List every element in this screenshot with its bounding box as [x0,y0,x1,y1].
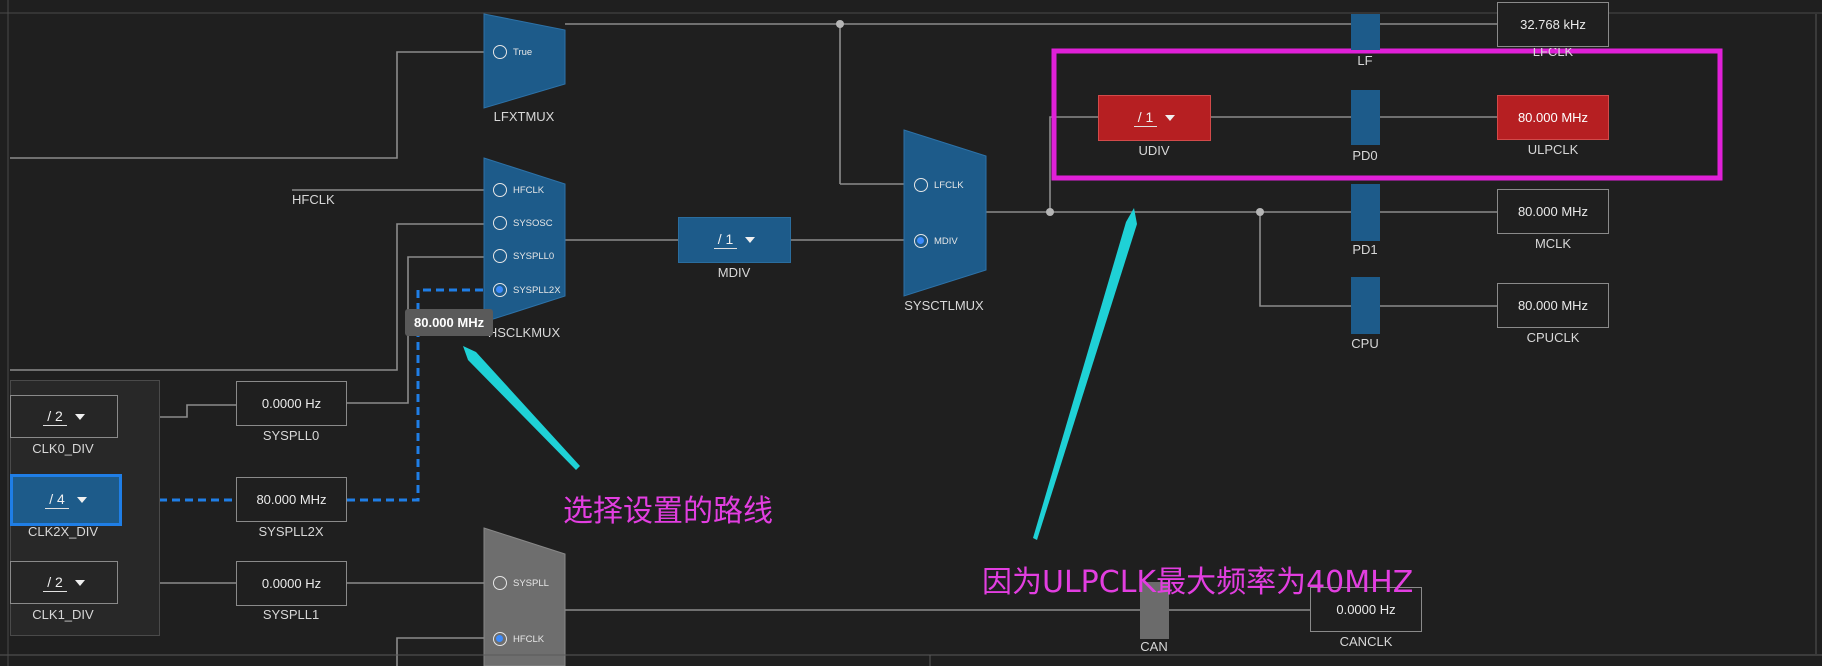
hsclkmux-option-hfclk[interactable]: HFCLK [493,183,544,197]
radio-button[interactable] [493,249,507,263]
radio-button[interactable] [493,45,507,59]
canmux-option-hfclk[interactable]: HFCLK [493,632,544,646]
syspll2x-value: 80.000 MHz [236,477,347,522]
cpu-gate-label: CPU [1351,336,1379,351]
can-gate-label: CAN [1140,639,1168,654]
ulpclk-value: 80.000 MHz [1497,95,1609,140]
canclk-label: CANCLK [1339,634,1393,649]
clk2x-div-label: CLK2X_DIV [27,524,99,539]
hfclk-input-label: HFCLK [292,192,335,207]
reason-arrow [1033,208,1137,540]
radio-button[interactable] [493,216,507,230]
canmux-option-syspll[interactable]: SYSPLL [493,576,549,590]
mclk-value: 80.000 MHz [1497,189,1609,234]
lf-gate[interactable] [1351,14,1380,50]
lfclk-label: LFCLK [1532,48,1574,58]
hsclkmux-option-syspll0[interactable]: SYSPLL0 [493,249,554,263]
radio-button-selected[interactable] [914,234,928,248]
mclk-label: MCLK [1534,236,1572,251]
syspll0-label: SYSPLL0 [262,428,320,443]
chevron-down-icon [76,497,87,503]
chevron-down-icon [74,579,85,586]
route-annotation: 选择设置的路线 [563,494,773,529]
lfxtmux-shape [483,13,566,109]
radio-button-selected[interactable] [493,632,507,646]
pd0-gate[interactable] [1351,90,1380,145]
cpuclk-value: 80.000 MHz [1497,283,1609,328]
cpu-gate[interactable] [1351,277,1380,334]
syspll1-label: SYSPLL1 [262,607,320,622]
mdiv-label: MDIV [717,265,751,280]
pd1-gate[interactable] [1351,184,1380,241]
sysctlmux-label: SYSCTLMUX [904,298,984,313]
radio-button[interactable] [493,576,507,590]
radio-button[interactable] [493,183,507,197]
reason-annotation: 因为ULPCLK最大频率为40MHZ [982,565,1414,600]
chevron-down-icon [1165,115,1176,121]
clk1-div-select[interactable]: / 2 [10,561,118,604]
udiv-select[interactable]: / 1 [1098,95,1211,141]
udiv-label: UDIV [1138,143,1170,158]
lfxtmux-label: LFXTMUX [493,109,555,124]
clk1-div-label: CLK1_DIV [32,607,94,622]
clk0-div-select[interactable]: / 2 [10,395,118,438]
hsclkmux-option-syspll2x[interactable]: SYSPLL2X [493,283,561,297]
syspll0-value: 0.0000 Hz [236,381,347,426]
clk0-div-label: CLK0_DIV [32,441,94,456]
frequency-tooltip: 80.000 MHz [405,309,494,336]
sysctlmux-shape [903,129,987,297]
clk2x-div-select[interactable]: / 4 [10,474,122,526]
scrollbar-track[interactable] [1815,14,1817,654]
mdiv-select[interactable]: / 1 [678,217,791,263]
ulpclk-label: ULPCLK [1527,142,1579,157]
lfxtmux-option-true[interactable]: True [493,45,532,59]
chevron-down-icon [745,237,756,243]
lfclk-value: 32.768 kHz [1497,2,1609,47]
chevron-down-icon [74,413,85,420]
pd0-gate-label: PD0 [1352,148,1378,163]
lf-gate-label: LF [1357,53,1373,68]
cpuclk-label: CPUCLK [1526,330,1580,345]
route-arrow [463,346,580,470]
hsclkmux-label: HSCLKMUX [487,325,561,340]
sysctlmux-option-mdiv[interactable]: MDIV [914,234,958,248]
sysctlmux-option-lfclk[interactable]: LFCLK [914,178,964,192]
pd1-gate-label: PD1 [1352,242,1378,257]
syspll2x-label: SYSPLL2X [258,524,324,539]
hsclkmux-option-sysosc[interactable]: SYSOSC [493,216,553,230]
radio-button[interactable] [914,178,928,192]
syspll1-value: 0.0000 Hz [236,561,347,606]
radio-button-selected[interactable] [493,283,507,297]
